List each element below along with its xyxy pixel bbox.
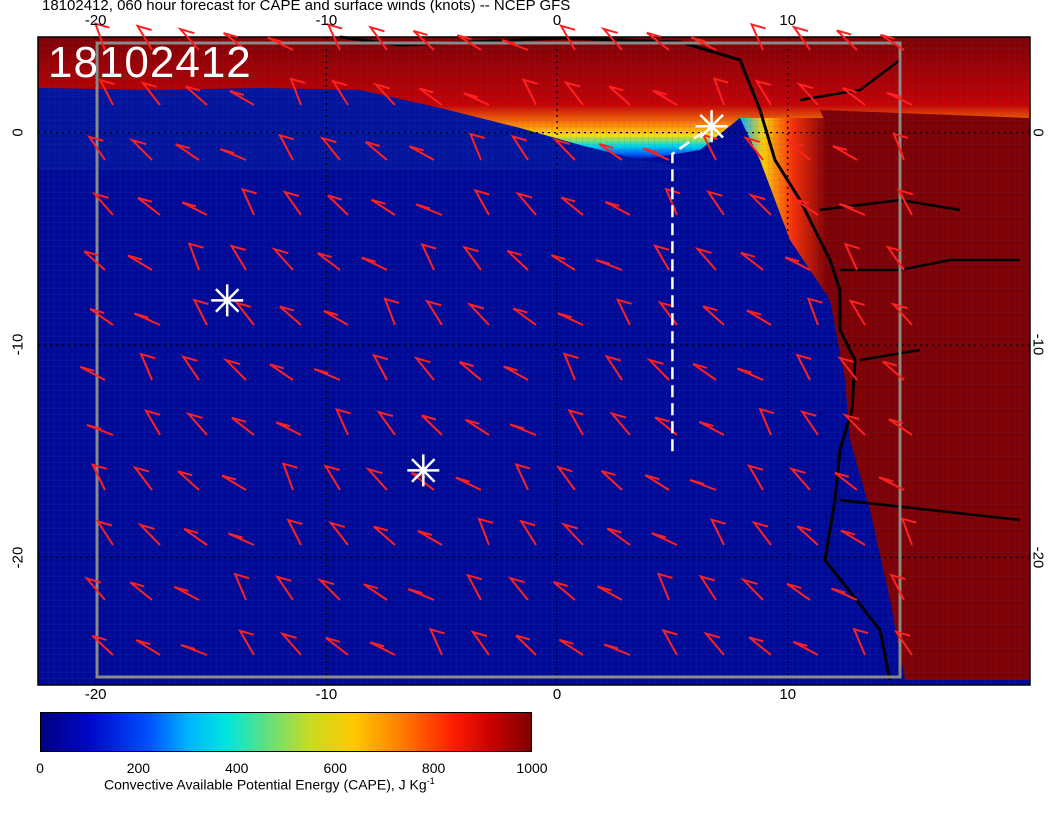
colorbar-tick-label: 200 — [126, 760, 151, 776]
lon-tick-label: -10 — [315, 686, 338, 703]
lon-tick-label: 0 — [552, 12, 562, 29]
lon-tick-label: -20 — [84, 686, 107, 703]
lon-tick-label: 0 — [552, 686, 562, 703]
lat-tick-label: -20 — [1029, 546, 1047, 568]
colorbar — [40, 712, 532, 752]
colorbar-label: Convective Available Potential Energy (C… — [104, 776, 435, 793]
colorbar-tick-label: 0 — [36, 760, 44, 776]
lon-tick-label: 10 — [779, 12, 797, 29]
lon-tick-label: 10 — [779, 686, 797, 703]
lat-tick-label: -10 — [1029, 333, 1047, 356]
cape-map — [37, 22, 1031, 686]
colorbar-tick-label: 800 — [421, 760, 446, 776]
lon-tick-label: -20 — [84, 12, 107, 29]
colorbar-tick-label: 400 — [225, 760, 249, 776]
date-label: 18102412 — [48, 38, 252, 87]
lat-tick-label: 0 — [9, 127, 27, 137]
colorbar-tick-label: 600 — [323, 760, 347, 776]
lat-tick-label: -20 — [9, 546, 27, 568]
storm-marker-3 — [695, 110, 728, 143]
lon-tick-label: -10 — [315, 12, 338, 29]
colorbar-tick-label: 1000 — [516, 760, 548, 776]
lat-tick-label: 0 — [1029, 127, 1047, 137]
storm-marker-2 — [407, 454, 440, 487]
storm-marker-1 — [211, 284, 244, 317]
lat-tick-label: -10 — [9, 333, 27, 356]
map-field — [37, 22, 1031, 686]
